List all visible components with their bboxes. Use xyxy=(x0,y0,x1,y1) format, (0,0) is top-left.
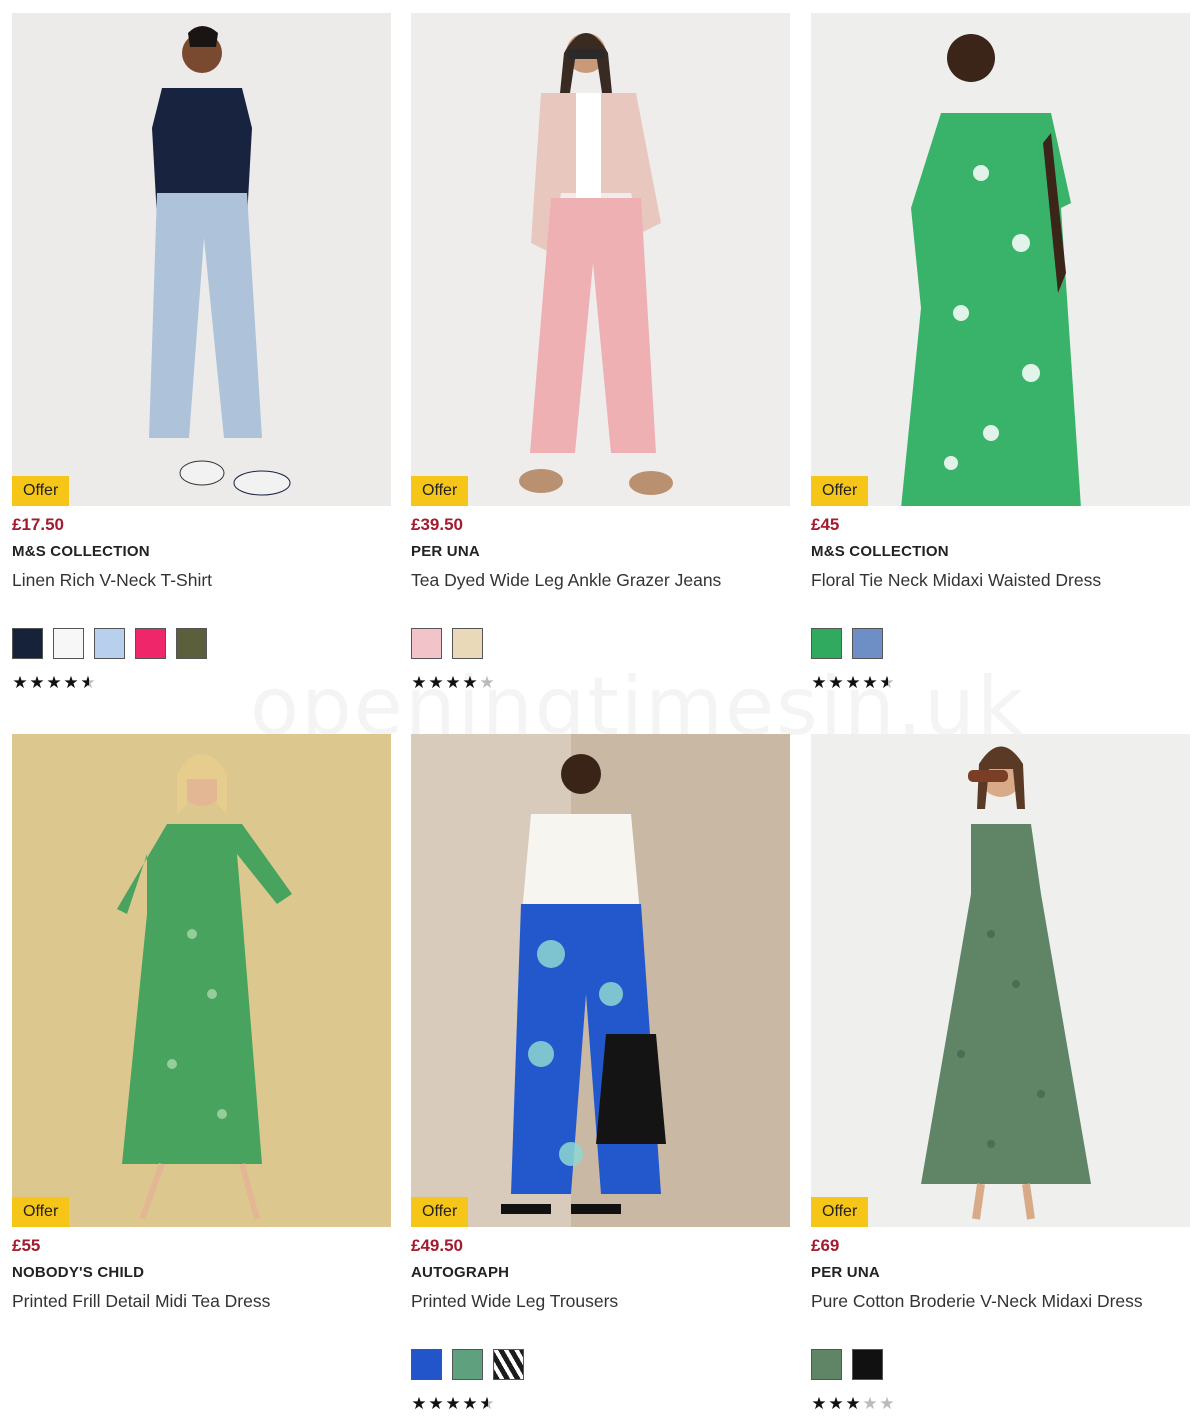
colour-swatch[interactable] xyxy=(411,628,442,659)
star-full-icon: ★ xyxy=(428,673,444,692)
product-image[interactable]: Offer xyxy=(12,734,391,1227)
colour-swatch[interactable] xyxy=(12,628,43,659)
star-half-icon: ★ xyxy=(80,673,96,692)
product-name[interactable]: Floral Tie Neck Midaxi Waisted Dress xyxy=(811,570,1190,594)
star-full-icon: ★ xyxy=(12,673,28,692)
star-rating: ★ ★ ★ ★ ★ xyxy=(811,1394,895,1414)
star-full-icon: ★ xyxy=(845,673,861,692)
product-image[interactable]: Offer xyxy=(411,734,790,1227)
product-price: £45 xyxy=(811,515,840,534)
star-half-icon: ★ xyxy=(879,673,895,692)
offer-badge: Offer xyxy=(12,1197,70,1227)
product-price: £55 xyxy=(12,1236,41,1255)
product-name[interactable]: Linen Rich V-Neck T-Shirt xyxy=(12,570,391,594)
star-full-icon: ★ xyxy=(828,673,844,692)
colour-swatch[interactable] xyxy=(852,1349,883,1380)
star-full-icon: ★ xyxy=(462,673,478,692)
product-card[interactable]: Offer £45 M&S COLLECTION Floral Tie Neck… xyxy=(811,13,1190,692)
product-card[interactable]: Offer £49.50 AUTOGRAPH Printed Wide Leg … xyxy=(411,734,790,1413)
product-name[interactable]: Printed Frill Detail Midi Tea Dress xyxy=(12,1291,391,1315)
product-price: £39.50 xyxy=(411,515,463,534)
star-full-icon: ★ xyxy=(63,673,79,692)
product-price: £49.50 xyxy=(411,1236,463,1255)
product-brand: NOBODY'S CHILD xyxy=(12,1264,145,1281)
offer-badge: Offer xyxy=(411,476,469,506)
colour-swatches xyxy=(811,628,883,659)
star-full-icon: ★ xyxy=(445,673,461,692)
product-image[interactable]: Offer xyxy=(12,13,391,506)
colour-swatches xyxy=(811,1349,883,1380)
star-full-icon: ★ xyxy=(811,673,827,692)
product-name[interactable]: Pure Cotton Broderie V-Neck Midaxi Dress xyxy=(811,1291,1190,1315)
product-card[interactable]: Offer £69 PER UNA Pure Cotton Broderie V… xyxy=(811,734,1190,1413)
product-image[interactable]: Offer xyxy=(811,13,1190,506)
colour-swatches xyxy=(12,628,207,659)
colour-swatches xyxy=(411,1349,524,1380)
offer-badge: Offer xyxy=(811,476,869,506)
product-brand: AUTOGRAPH xyxy=(411,1264,510,1281)
star-full-icon: ★ xyxy=(828,1394,844,1413)
colour-swatch[interactable] xyxy=(452,628,483,659)
product-brand: M&S COLLECTION xyxy=(811,543,949,560)
product-brand: PER UNA xyxy=(811,1264,880,1281)
product-card[interactable]: Offer £39.50 PER UNA Tea Dyed Wide Leg A… xyxy=(411,13,790,692)
colour-swatch[interactable] xyxy=(852,628,883,659)
product-card[interactable]: Offer £17.50 M&S COLLECTION Linen Rich V… xyxy=(12,13,391,692)
star-empty-icon: ★ xyxy=(862,1394,878,1413)
star-full-icon: ★ xyxy=(845,1394,861,1413)
product-brand: M&S COLLECTION xyxy=(12,543,150,560)
colour-swatch[interactable] xyxy=(176,628,207,659)
star-full-icon: ★ xyxy=(428,1394,444,1413)
colour-swatch[interactable] xyxy=(811,628,842,659)
star-full-icon: ★ xyxy=(46,673,62,692)
star-rating: ★ ★ ★ ★ ★ xyxy=(411,1394,495,1414)
star-rating: ★ ★ ★ ★ ★ xyxy=(811,673,895,693)
colour-swatch[interactable] xyxy=(811,1349,842,1380)
star-empty-icon: ★ xyxy=(479,673,495,692)
product-brand: PER UNA xyxy=(411,543,480,560)
star-full-icon: ★ xyxy=(811,1394,827,1413)
product-image[interactable]: Offer xyxy=(411,13,790,506)
colour-swatch[interactable] xyxy=(94,628,125,659)
star-full-icon: ★ xyxy=(862,673,878,692)
star-full-icon: ★ xyxy=(445,1394,461,1413)
colour-swatch[interactable] xyxy=(53,628,84,659)
offer-badge: Offer xyxy=(811,1197,869,1227)
star-full-icon: ★ xyxy=(411,673,427,692)
colour-swatch[interactable] xyxy=(452,1349,483,1380)
colour-swatch[interactable] xyxy=(493,1349,524,1380)
offer-badge: Offer xyxy=(411,1197,469,1227)
star-rating: ★ ★ ★ ★ ★ xyxy=(411,673,495,693)
product-name[interactable]: Printed Wide Leg Trousers xyxy=(411,1291,790,1315)
star-empty-icon: ★ xyxy=(879,1394,895,1413)
product-name[interactable]: Tea Dyed Wide Leg Ankle Grazer Jeans xyxy=(411,570,790,594)
offer-badge: Offer xyxy=(12,476,70,506)
product-card[interactable]: Offer £55 NOBODY'S CHILD Printed Frill D… xyxy=(12,734,391,1315)
star-half-icon: ★ xyxy=(479,1394,495,1413)
star-rating: ★ ★ ★ ★ ★ xyxy=(12,673,96,693)
product-price: £17.50 xyxy=(12,515,64,534)
product-price: £69 xyxy=(811,1236,840,1255)
star-full-icon: ★ xyxy=(29,673,45,692)
product-image[interactable]: Offer xyxy=(811,734,1190,1227)
colour-swatch[interactable] xyxy=(411,1349,442,1380)
star-full-icon: ★ xyxy=(411,1394,427,1413)
colour-swatches xyxy=(411,628,483,659)
star-full-icon: ★ xyxy=(462,1394,478,1413)
colour-swatch[interactable] xyxy=(135,628,166,659)
